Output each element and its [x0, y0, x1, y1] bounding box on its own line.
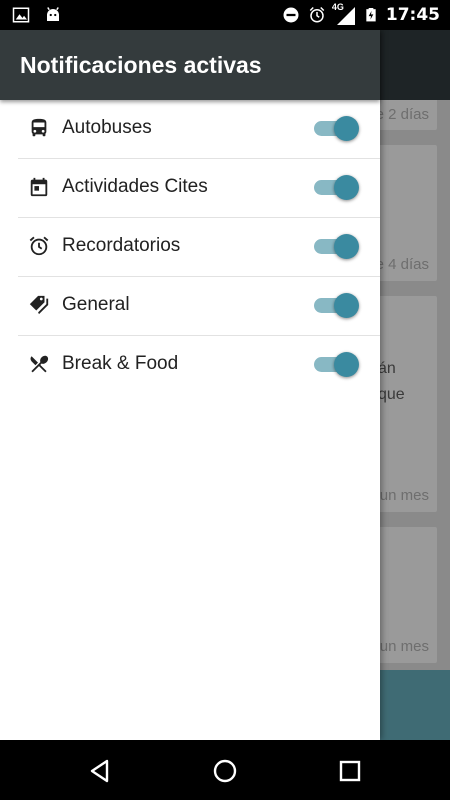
autobuses-toggle[interactable]	[314, 115, 360, 141]
notification-row-actividades-cites[interactable]: Actividades Cites	[18, 159, 380, 218]
notifications-drawer: Notificaciones activas Autobuses Activid…	[0, 30, 380, 740]
card-meta: e 2 días	[375, 106, 429, 123]
status-bar: 4G 17:45	[0, 0, 450, 30]
system-nav-bar	[0, 740, 450, 800]
toggle-thumb	[334, 352, 359, 377]
notification-row-break-food[interactable]: Break & Food	[18, 336, 380, 394]
card-text-line: que	[378, 386, 405, 403]
tags-icon	[29, 295, 49, 315]
notification-row-autobuses[interactable]: Autobuses	[18, 100, 380, 159]
android-icon	[47, 7, 59, 21]
general-toggle[interactable]	[314, 292, 360, 318]
break-food-toggle[interactable]	[314, 351, 360, 377]
row-label: Actividades Cites	[62, 176, 208, 197]
clock: 17:45	[385, 5, 440, 25]
toggle-thumb	[334, 234, 359, 259]
home-icon[interactable]	[212, 758, 238, 784]
alarm-icon	[309, 6, 325, 23]
card-meta: e 4 días	[375, 256, 429, 273]
toggle-thumb	[334, 116, 359, 141]
fork-knife-icon	[30, 355, 49, 373]
recordatorios-toggle[interactable]	[314, 233, 360, 259]
bus-icon	[31, 118, 47, 137]
drawer-title: Notificaciones activas	[20, 51, 262, 78]
calendar-icon	[30, 177, 48, 197]
notification-row-recordatorios[interactable]: Recordatorios	[18, 218, 380, 277]
do-not-disturb-icon	[283, 7, 299, 23]
card-meta: un mes	[379, 638, 429, 655]
notification-row-general[interactable]: General	[18, 277, 380, 336]
row-label: Break & Food	[62, 353, 179, 374]
network-type: 4G	[331, 2, 344, 12]
drawer-header: Notificaciones activas	[0, 30, 380, 100]
alarm-icon	[29, 236, 49, 256]
card-meta: un mes	[379, 487, 429, 504]
toggle-thumb	[334, 175, 359, 200]
actividades-cites-toggle[interactable]	[314, 174, 360, 200]
signal-icon: 4G	[331, 2, 356, 25]
row-label: Autobuses	[62, 117, 152, 138]
image-icon	[12, 7, 30, 23]
battery-charging-icon	[366, 8, 376, 22]
card-text-line: án	[378, 360, 396, 377]
recents-icon[interactable]	[337, 758, 363, 784]
row-label: General	[62, 294, 130, 315]
back-icon[interactable]	[87, 758, 113, 784]
row-label: Recordatorios	[62, 235, 181, 256]
toggle-thumb	[334, 293, 359, 318]
notification-list: Autobuses Actividades Cites Recordatorio…	[0, 100, 380, 394]
card-text: án que	[378, 356, 405, 408]
